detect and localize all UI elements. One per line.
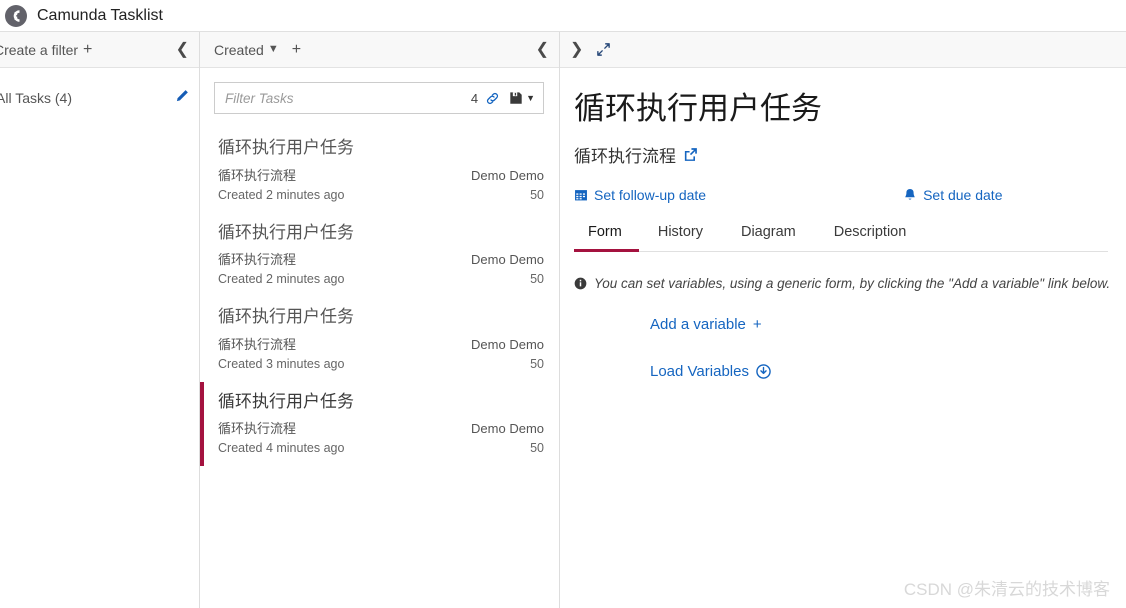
tab-description[interactable]: Description xyxy=(815,224,926,252)
create-filter-plus-icon[interactable]: + xyxy=(83,41,92,59)
task-list: 循环执行用户任务 循环执行流程 Demo Demo Created 2 minu… xyxy=(200,128,559,466)
detail-tabs: Form History Diagram Description xyxy=(574,224,1108,252)
main-shell: Create a filter + ❮ All Tasks (4) Create… xyxy=(0,32,1126,608)
task-list-item[interactable]: 循环执行用户任务 循环执行流程 Demo Demo Created 2 minu… xyxy=(200,128,559,213)
bell-icon xyxy=(903,188,917,202)
plus-icon: + xyxy=(752,315,762,333)
chevron-left-icon[interactable]: ❮ xyxy=(176,41,189,58)
info-circle-icon xyxy=(574,277,587,290)
form-tab-content: You can set variables, using a generic f… xyxy=(574,252,1111,380)
task-created-row: Created 4 minutes ago 50 xyxy=(218,441,544,455)
detail-content: 循环执行用户任务 循环执行流程 Set follow-up date Set d… xyxy=(560,68,1126,380)
task-process-row: 循环执行流程 Demo Demo xyxy=(218,418,544,437)
task-process-name: 循环执行流程 xyxy=(218,336,297,352)
task-created-row: Created 3 minutes ago 50 xyxy=(218,357,544,371)
set-due-date-button[interactable]: Set due date xyxy=(903,187,1002,203)
task-list-pane: Created ▼ + ❮ 4 xyxy=(200,32,560,608)
add-variable-label: Add a variable xyxy=(650,315,746,333)
app-title: Camunda Tasklist xyxy=(37,6,163,24)
add-variable-button[interactable]: Add a variable + xyxy=(650,316,762,333)
expand-arrows-icon[interactable] xyxy=(596,42,611,57)
task-priority: 50 xyxy=(530,356,544,371)
task-detail-pane: ❯ 循环执行用户任务 循环执行流程 Set follow-up date Set… xyxy=(560,32,1126,608)
task-created-row: Created 2 minutes ago 50 xyxy=(218,272,544,286)
save-filter-button[interactable]: ▼ xyxy=(509,91,535,105)
link-icon[interactable] xyxy=(485,91,500,106)
task-title: 循环执行用户任务 xyxy=(218,391,354,411)
task-list-item-selected[interactable]: 循环执行用户任务 循环执行流程 Demo Demo Created 4 minu… xyxy=(200,381,559,466)
app-header: Camunda Tasklist xyxy=(0,0,1126,32)
task-priority: 50 xyxy=(530,272,544,286)
task-title: 循环执行用户任务 xyxy=(218,222,354,242)
date-actions-row: Set follow-up date Set due date xyxy=(574,187,1108,203)
task-process-name: 循环执行流程 xyxy=(218,167,297,183)
search-box: 4 ▼ xyxy=(214,82,544,114)
task-priority: 50 xyxy=(530,441,544,455)
task-title: 循环执行用户任务 xyxy=(218,307,354,326)
task-process-row: 循环执行流程 Demo Demo xyxy=(218,249,544,268)
sort-by-dropdown[interactable]: Created xyxy=(214,42,264,58)
search-area: 4 ▼ xyxy=(200,68,559,114)
task-priority: 50 xyxy=(530,187,544,202)
task-assignee: Demo Demo xyxy=(471,252,544,267)
task-process-row: 循环执行流程 Demo Demo xyxy=(218,165,544,184)
task-created: Created 2 minutes ago xyxy=(218,272,345,286)
filter-list: All Tasks (4) xyxy=(0,68,199,110)
process-name: 循环执行流程 xyxy=(574,146,676,166)
chevron-right-icon[interactable]: ❯ xyxy=(570,41,583,58)
external-link-icon[interactable] xyxy=(683,147,698,162)
result-count: 4 xyxy=(470,90,479,106)
set-follow-up-date-button[interactable]: Set follow-up date xyxy=(574,187,706,203)
task-created: Created 4 minutes ago xyxy=(218,441,345,455)
sidebar-item-all-tasks[interactable]: All Tasks (4) xyxy=(0,85,199,110)
add-sort-plus-icon[interactable]: + xyxy=(292,41,301,59)
set-follow-up-date-label: Set follow-up date xyxy=(594,186,707,203)
chevron-left-icon[interactable]: ❮ xyxy=(536,41,549,58)
task-list-header: Created ▼ + ❮ xyxy=(200,32,559,68)
task-assignee: Demo Demo xyxy=(471,336,544,352)
set-due-date-label: Set due date xyxy=(923,186,1003,203)
pencil-icon[interactable] xyxy=(175,89,189,106)
task-assignee: Demo Demo xyxy=(471,421,544,436)
watermark: CSDN @朱清云的技术博客 xyxy=(903,580,1110,599)
task-assignee: Demo Demo xyxy=(471,167,544,183)
camunda-logo-icon xyxy=(5,4,27,27)
filter-sidebar: Create a filter + ❮ All Tasks (4) xyxy=(0,32,200,608)
tab-form[interactable]: Form xyxy=(574,224,639,252)
form-hint: You can set variables, using a generic f… xyxy=(574,275,1111,291)
task-list-item[interactable]: 循环执行用户任务 循环执行流程 Demo Demo Created 2 minu… xyxy=(200,213,559,298)
calendar-icon xyxy=(574,188,588,202)
create-filter-button[interactable]: Create a filter xyxy=(0,42,78,58)
task-process-name: 循环执行流程 xyxy=(218,421,297,436)
task-process-row: 循环执行流程 Demo Demo xyxy=(218,334,544,353)
download-circle-icon xyxy=(756,363,771,379)
filter-sidebar-header: Create a filter + ❮ xyxy=(0,32,199,68)
tab-history[interactable]: History xyxy=(639,224,722,252)
task-created: Created 3 minutes ago xyxy=(218,356,345,371)
search-input[interactable] xyxy=(225,90,467,106)
form-hint-text: You can set variables, using a generic f… xyxy=(594,275,1111,291)
tab-diagram[interactable]: Diagram xyxy=(722,224,815,252)
task-created: Created 2 minutes ago xyxy=(218,187,345,202)
load-variables-button[interactable]: Load Variables xyxy=(650,363,771,380)
process-definition-row: 循环执行流程 xyxy=(574,142,1108,167)
page-title: 循环执行用户任务 xyxy=(574,91,822,126)
task-title: 循环执行用户任务 xyxy=(218,138,354,157)
task-list-item[interactable]: 循环执行用户任务 循环执行流程 Demo Demo Created 3 minu… xyxy=(200,297,559,382)
filter-label: All Tasks (4) xyxy=(0,89,72,106)
detail-toolbar: ❯ xyxy=(560,32,1126,68)
floppy-disk-icon[interactable] xyxy=(509,91,523,105)
load-variables-label: Load Variables xyxy=(650,362,749,380)
task-process-name: 循环执行流程 xyxy=(218,252,297,267)
task-created-row: Created 2 minutes ago 50 xyxy=(218,188,544,202)
chevron-down-icon[interactable]: ▼ xyxy=(268,43,279,55)
caret-down-icon[interactable]: ▼ xyxy=(526,93,535,103)
